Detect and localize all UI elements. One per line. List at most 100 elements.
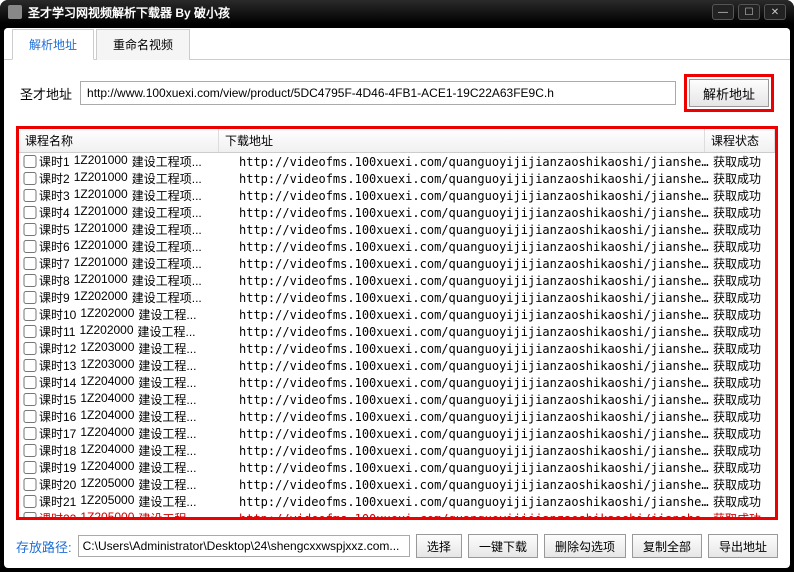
row-checkbox[interactable]: [23, 478, 37, 491]
table-row[interactable]: 课时171Z204000建设工程...http://videofms.100xu…: [19, 425, 775, 442]
row-checkbox[interactable]: [23, 240, 37, 253]
export-urls-button[interactable]: 导出地址: [708, 534, 778, 558]
cell-status: 获取成功: [713, 170, 775, 187]
cell-status: 获取成功: [713, 476, 775, 493]
row-checkbox[interactable]: [23, 274, 37, 287]
row-checkbox[interactable]: [23, 393, 37, 406]
cell-status: 获取成功: [713, 442, 775, 459]
minimize-button[interactable]: —: [712, 4, 734, 20]
cell-url: http://videofms.100xuexi.com/quanguoyiji…: [239, 206, 713, 220]
row-checkbox[interactable]: [23, 342, 37, 355]
table-row[interactable]: 课时21Z201000建设工程项...http://videofms.100xu…: [19, 170, 775, 187]
cell-name: 课时91Z202000建设工程项...: [39, 289, 239, 306]
close-button[interactable]: ✕: [764, 4, 786, 20]
titlebar[interactable]: 圣才学习网视频解析下载器 By 破小孩 — ☐ ✕: [0, 0, 794, 24]
maximize-button[interactable]: ☐: [738, 4, 760, 20]
table-row[interactable]: 课时211Z205000建设工程...http://videofms.100xu…: [19, 493, 775, 510]
save-path-input[interactable]: [78, 535, 410, 557]
url-label: 圣才地址: [20, 84, 72, 103]
col-status[interactable]: 课程状态: [705, 129, 775, 152]
delete-checked-button[interactable]: 删除勾选项: [544, 534, 626, 558]
row-checkbox[interactable]: [23, 291, 37, 304]
cell-url: http://videofms.100xuexi.com/quanguoyiji…: [239, 325, 713, 339]
cell-url: http://videofms.100xuexi.com/quanguoyiji…: [239, 444, 713, 458]
cell-url: http://videofms.100xuexi.com/quanguoyiji…: [239, 376, 713, 390]
table-row[interactable]: 课时161Z204000建设工程...http://videofms.100xu…: [19, 408, 775, 425]
col-name[interactable]: 课程名称: [19, 129, 219, 152]
cell-url: http://videofms.100xuexi.com/quanguoyiji…: [239, 257, 713, 271]
col-url[interactable]: 下载地址: [219, 129, 705, 152]
cell-url: http://videofms.100xuexi.com/quanguoyiji…: [239, 223, 713, 237]
download-button[interactable]: 一键下载: [468, 534, 538, 558]
row-checkbox[interactable]: [23, 461, 37, 474]
row-checkbox[interactable]: [23, 444, 37, 457]
cell-name: 课时161Z204000建设工程...: [39, 408, 239, 425]
tabstrip: 解析地址 重命名视频: [4, 28, 790, 60]
url-input[interactable]: [80, 81, 676, 105]
cell-name: 课时111Z202000建设工程...: [39, 323, 239, 340]
table-row[interactable]: 课时91Z202000建设工程项...http://videofms.100xu…: [19, 289, 775, 306]
cell-status: 获取成功: [713, 187, 775, 204]
table-row[interactable]: 课时121Z203000建设工程...http://videofms.100xu…: [19, 340, 775, 357]
cell-url: http://videofms.100xuexi.com/quanguoyiji…: [239, 291, 713, 305]
cell-name: 课时31Z201000建设工程项...: [39, 187, 239, 204]
row-checkbox[interactable]: [23, 206, 37, 219]
tab-rename[interactable]: 重命名视频: [96, 29, 190, 60]
row-checkbox[interactable]: [23, 155, 37, 168]
table-row[interactable]: 课时61Z201000建设工程项...http://videofms.100xu…: [19, 238, 775, 255]
table-row[interactable]: 课时191Z204000建设工程...http://videofms.100xu…: [19, 459, 775, 476]
row-checkbox[interactable]: [23, 223, 37, 236]
table-body[interactable]: 课时11Z201000建设工程项...http://videofms.100xu…: [19, 153, 775, 517]
parse-button-highlight: 解析地址: [684, 74, 774, 112]
row-checkbox[interactable]: [23, 512, 37, 517]
tab-parse[interactable]: 解析地址: [12, 29, 94, 60]
table-row[interactable]: 课时221Z205000建设工程...http://videofms.100xu…: [19, 510, 775, 517]
row-checkbox[interactable]: [23, 376, 37, 389]
cell-status: 获取成功: [713, 493, 775, 510]
cell-status: 获取成功: [713, 374, 775, 391]
table-row[interactable]: 课时181Z204000建设工程...http://videofms.100xu…: [19, 442, 775, 459]
table-row[interactable]: 课时11Z201000建设工程项...http://videofms.100xu…: [19, 153, 775, 170]
cell-url: http://videofms.100xuexi.com/quanguoyiji…: [239, 410, 713, 424]
row-checkbox[interactable]: [23, 427, 37, 440]
row-checkbox[interactable]: [23, 172, 37, 185]
table-row[interactable]: 课时101Z202000建设工程...http://videofms.100xu…: [19, 306, 775, 323]
row-checkbox[interactable]: [23, 257, 37, 270]
cell-name: 课时151Z204000建设工程...: [39, 391, 239, 408]
results-table: 课程名称 下载地址 课程状态 课时11Z201000建设工程项...http:/…: [16, 126, 778, 520]
cell-name: 课时171Z204000建设工程...: [39, 425, 239, 442]
select-path-button[interactable]: 选择: [416, 534, 462, 558]
cell-url: http://videofms.100xuexi.com/quanguoyiji…: [239, 274, 713, 288]
copy-all-button[interactable]: 复制全部: [632, 534, 702, 558]
table-row[interactable]: 课时71Z201000建设工程项...http://videofms.100xu…: [19, 255, 775, 272]
row-checkbox[interactable]: [23, 410, 37, 423]
row-checkbox[interactable]: [23, 495, 37, 508]
table-row[interactable]: 课时131Z203000建设工程...http://videofms.100xu…: [19, 357, 775, 374]
table-row[interactable]: 课时51Z201000建设工程项...http://videofms.100xu…: [19, 221, 775, 238]
table-row[interactable]: 课时201Z205000建设工程...http://videofms.100xu…: [19, 476, 775, 493]
table-row[interactable]: 课时31Z201000建设工程项...http://videofms.100xu…: [19, 187, 775, 204]
cell-status: 获取成功: [713, 510, 775, 517]
cell-name: 课时101Z202000建设工程...: [39, 306, 239, 323]
url-row: 圣才地址 解析地址: [4, 60, 790, 126]
row-checkbox[interactable]: [23, 308, 37, 321]
cell-name: 课时61Z201000建设工程项...: [39, 238, 239, 255]
cell-status: 获取成功: [713, 238, 775, 255]
cell-name: 课时191Z204000建设工程...: [39, 459, 239, 476]
cell-status: 获取成功: [713, 425, 775, 442]
cell-status: 获取成功: [713, 459, 775, 476]
table-row[interactable]: 课时41Z201000建设工程项...http://videofms.100xu…: [19, 204, 775, 221]
table-row[interactable]: 课时141Z204000建设工程...http://videofms.100xu…: [19, 374, 775, 391]
parse-button[interactable]: 解析地址: [689, 79, 769, 107]
cell-name: 课时11Z201000建设工程项...: [39, 153, 239, 170]
cell-url: http://videofms.100xuexi.com/quanguoyiji…: [239, 308, 713, 322]
cell-name: 课时81Z201000建设工程项...: [39, 272, 239, 289]
row-checkbox[interactable]: [23, 325, 37, 338]
row-checkbox[interactable]: [23, 189, 37, 202]
table-row[interactable]: 课时111Z202000建设工程...http://videofms.100xu…: [19, 323, 775, 340]
cell-url: http://videofms.100xuexi.com/quanguoyiji…: [239, 172, 713, 186]
row-checkbox[interactable]: [23, 359, 37, 372]
app-window: 圣才学习网视频解析下载器 By 破小孩 — ☐ ✕ 解析地址 重命名视频 圣才地…: [0, 0, 794, 572]
table-row[interactable]: 课时81Z201000建设工程项...http://videofms.100xu…: [19, 272, 775, 289]
table-row[interactable]: 课时151Z204000建设工程...http://videofms.100xu…: [19, 391, 775, 408]
